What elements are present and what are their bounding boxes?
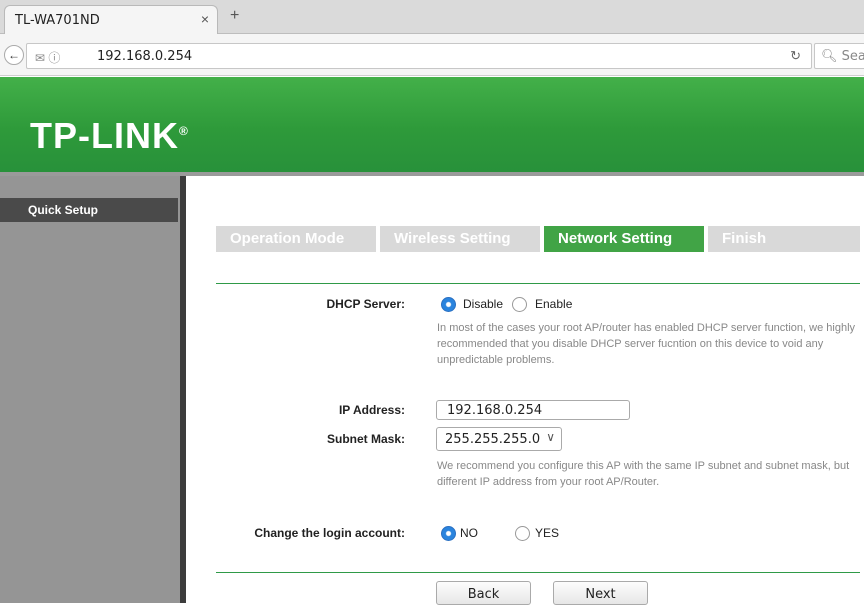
login-yes-radio[interactable] — [515, 526, 530, 541]
dhcp-disable-label: Disable — [463, 297, 504, 311]
browser-tab-bar: TL-WA701ND × + — [0, 0, 864, 35]
login-yes-label: YES — [535, 526, 560, 540]
sidebar-item-quick-setup[interactable]: Quick Setup — [0, 198, 178, 222]
dhcp-note: In most of the cases your root AP/router… — [437, 322, 856, 366]
next-button[interactable]: Next — [553, 581, 648, 605]
step-operation-mode: Operation Mode — [216, 226, 376, 252]
ip-address-input[interactable]: 192.168.0.254 — [436, 400, 630, 420]
login-account-label: Change the login account: — [254, 526, 405, 540]
ip-address-label: IP Address: — [338, 403, 405, 417]
back-button[interactable]: Back — [436, 581, 531, 605]
sidebar-divider — [180, 176, 186, 603]
step-finish: Finish — [708, 226, 860, 252]
browser-nav-bar: ← ✉ ⓘ 192.168.0.254 ↻ 🔍︎ Sea — [0, 34, 864, 76]
subnet-mask-select[interactable]: 255.255.255.0 ∨ — [436, 427, 562, 451]
login-no-radio[interactable] — [441, 526, 456, 541]
dhcp-server-label: DHCP Server: — [326, 297, 405, 311]
dhcp-enable-radio[interactable] — [512, 297, 527, 312]
subnet-note: We recommend you configure this AP with … — [437, 460, 850, 488]
search-icon: 🔍︎ — [821, 49, 838, 64]
step-network-setting: Network Setting — [544, 226, 704, 252]
reload-icon[interactable]: ↻ — [790, 48, 801, 64]
dhcp-enable-label: Enable — [535, 297, 573, 311]
sidebar — [0, 176, 180, 603]
back-arrow-icon[interactable]: ← — [4, 45, 24, 65]
chevron-down-icon: ∨ — [546, 430, 555, 444]
tp-link-logo: TP-LINK® — [30, 115, 189, 156]
dhcp-disable-radio[interactable] — [441, 297, 456, 312]
tab-title: TL-WA701ND — [15, 13, 100, 28]
setup-steps: Operation Mode Wireless Setting Network … — [216, 226, 860, 252]
search-placeholder: Sea — [841, 49, 864, 64]
divider-bottom — [216, 572, 860, 573]
address-bar[interactable]: ✉ ⓘ 192.168.0.254 ↻ — [26, 43, 812, 69]
search-input[interactable]: 🔍︎ Sea — [814, 43, 864, 69]
step-wireless-setting: Wireless Setting — [380, 226, 540, 252]
login-no-label: NO — [460, 526, 478, 540]
close-icon[interactable]: × — [201, 11, 209, 27]
site-info-icon[interactable]: ✉ ⓘ — [35, 49, 60, 66]
new-tab-icon[interactable]: + — [230, 7, 239, 25]
browser-tab[interactable]: TL-WA701ND × — [4, 5, 218, 35]
subnet-mask-label: Subnet Mask: — [326, 432, 405, 446]
divider-top — [216, 283, 860, 284]
url-text: 192.168.0.254 — [97, 49, 193, 64]
subnet-mask-value: 255.255.255.0 — [445, 432, 541, 447]
